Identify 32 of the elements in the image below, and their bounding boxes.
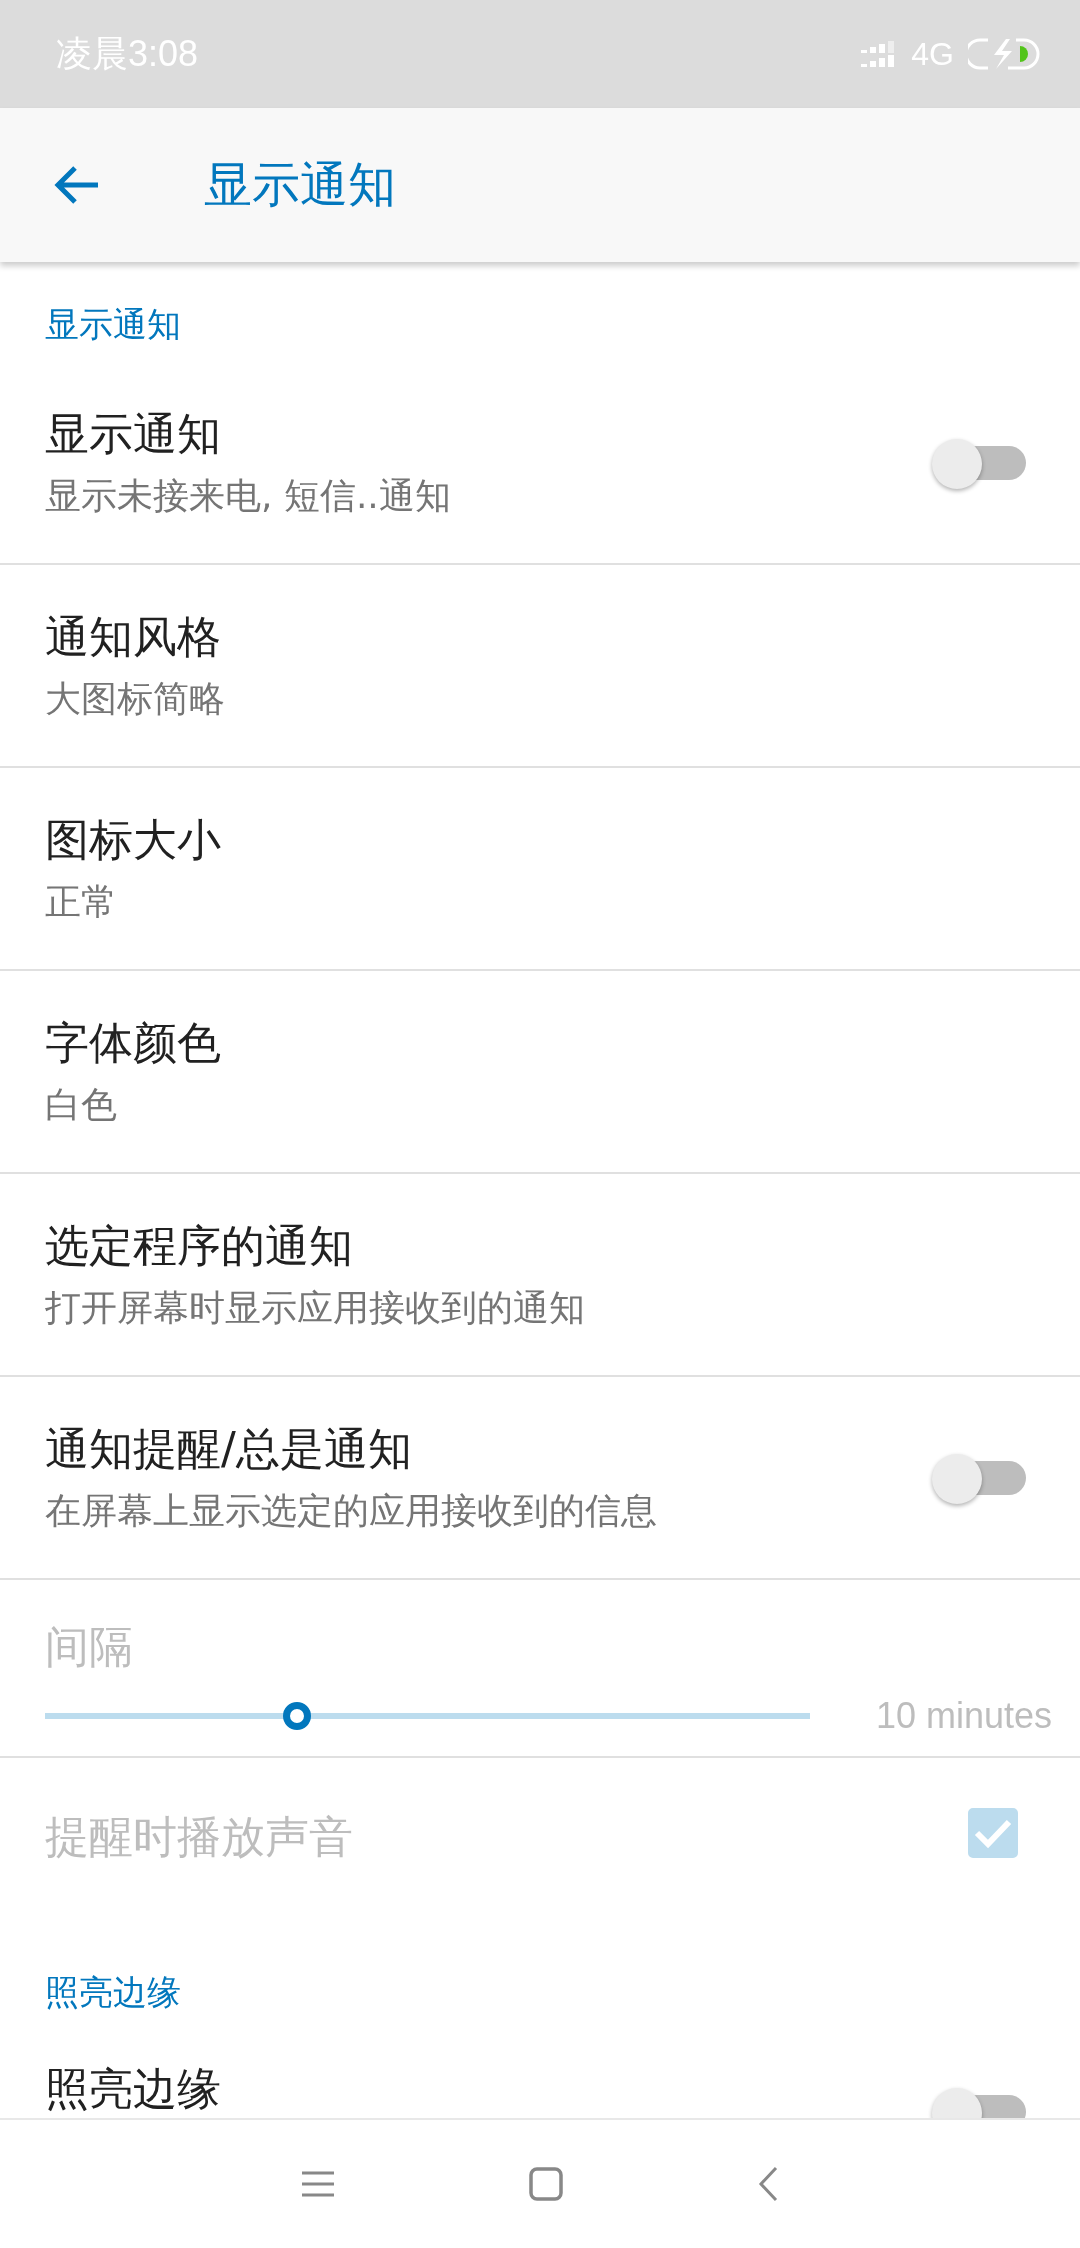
screen-title: 显示通知 [204,155,396,214]
setting-summary: 打开屏幕时显示应用接收到的通知 [45,1285,585,1330]
setting-row[interactable]: 选定程序的通知 打开屏幕时显示应用接收到的通知 [0,1174,1080,1377]
setting-summary: 大图标简略 [45,676,225,721]
setting-summary: 白色 [45,1082,118,1127]
setting-summary: 正常 [45,879,118,924]
setting-row[interactable]: 显示通知 显示未接来电, 短信..通知 [0,362,1080,565]
setting-title: 提醒时播放声音 [45,1810,353,1864]
back-icon[interactable] [758,2166,778,2202]
setting-title: 间隔 [45,1620,134,1674]
setting-row[interactable]: 通知提醒/总是通知 在屏幕上显示选定的应用接收到的信息 [0,1377,1080,1580]
slider-value: 10 minutes [875,1695,1052,1737]
setting-summary: 显示未接来电, 短信..通知 [45,473,451,518]
toggle-switch[interactable] [932,1453,1026,1502]
setting-row[interactable]: 字体颜色 白色 [0,971,1080,1174]
menu-icon[interactable] [302,2171,334,2197]
setting-title: 图标大小 [45,812,221,867]
home-square-icon[interactable] [529,2167,563,2201]
setting-title: 通知风格 [45,609,222,664]
setting-title: 通知提醒/总是通知 [45,1421,413,1476]
setting-title: 照亮边缘 [45,2062,221,2116]
setting-summary: 在屏幕上显示选定的应用接收到的信息 [45,1488,657,1533]
setting-title: 字体颜色 [45,1015,221,1070]
back-arrow-icon[interactable] [54,165,100,205]
toggle-switch[interactable] [932,438,1026,487]
setting-title: 显示通知 [45,406,222,461]
setting-title: 选定程序的通知 [45,1218,354,1273]
section-header: 照亮边缘 [45,1971,181,2014]
setting-row[interactable]: 图标大小 正常 [0,768,1080,971]
battery-charging-icon [968,38,1040,70]
setting-row[interactable]: 通知风格 大图标简略 [0,565,1080,768]
section-header: 显示通知 [45,303,181,346]
